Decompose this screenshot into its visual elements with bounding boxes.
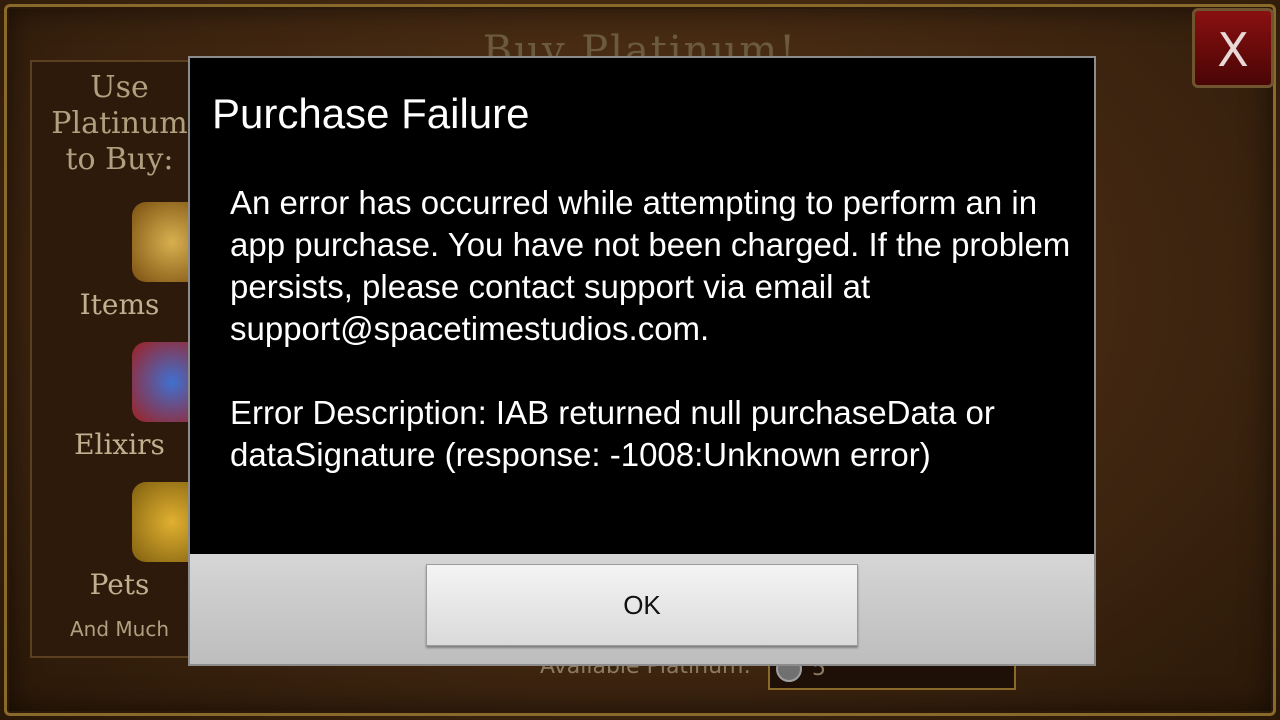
dialog-message: An error has occurred while attempting t…	[230, 182, 1080, 476]
category-panel: Use Platinum to Buy: Items Elixirs Pets …	[30, 60, 212, 658]
category-items[interactable]: Items	[32, 288, 207, 321]
category-heading: Use Platinum to Buy:	[51, 70, 188, 177]
error-description: Error Description: IAB returned null pur…	[230, 394, 995, 473]
dialog-button-bar: OK	[190, 554, 1094, 664]
category-elixirs[interactable]: Elixirs	[32, 428, 207, 461]
close-button[interactable]: X	[1192, 8, 1274, 88]
error-message: An error has occurred while attempting t…	[230, 184, 1071, 347]
ok-button[interactable]: OK	[426, 564, 858, 646]
category-pets[interactable]: Pets	[32, 568, 207, 601]
category-footer: And Much	[69, 617, 169, 641]
purchase-failure-dialog: Purchase Failure An error has occurred w…	[188, 56, 1096, 666]
dialog-title: Purchase Failure	[212, 90, 530, 137]
